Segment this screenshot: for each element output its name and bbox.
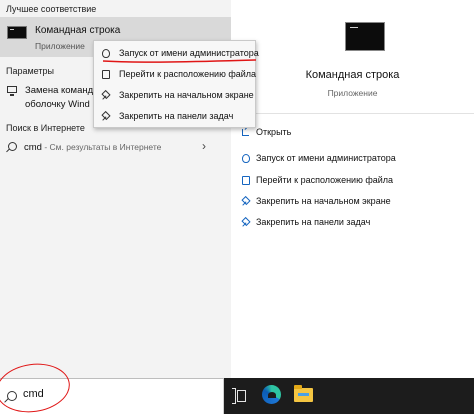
web-search-query: cmd: [24, 142, 42, 153]
chevron-right-icon[interactable]: ›: [202, 139, 206, 153]
action-pin-to-taskbar[interactable]: Закрепить на панели задач: [242, 215, 467, 233]
web-search-suffix: - См. результаты в Интернете: [41, 142, 162, 152]
settings-line-1: Замена команд: [25, 85, 94, 96]
app-detail-pane: Командная строка Приложение Открыть Запу…: [231, 0, 474, 378]
settings-line-2: оболочку Wind: [25, 99, 90, 110]
command-prompt-icon: [345, 22, 385, 51]
web-search-header: Поиск в Интернете: [6, 123, 85, 133]
action-open-file-location[interactable]: Перейти к расположению файла: [242, 173, 467, 191]
shield-icon: [102, 49, 110, 58]
action-label: Перейти к расположению файла: [256, 175, 394, 185]
web-search-item[interactable]: cmd - См. результаты в Интернете ›: [0, 138, 231, 160]
action-label: Закрепить на начальном экране: [256, 196, 391, 206]
best-match-header: Лучшее соответствие: [6, 4, 97, 14]
context-menu-run-as-admin[interactable]: Запуск от имени администратора: [94, 45, 259, 63]
file-explorer-icon[interactable]: [294, 385, 313, 402]
context-menu: Запуск от имени администратора Перейти к…: [93, 40, 259, 128]
folder-icon: [102, 70, 110, 79]
pin-icon: [102, 112, 110, 121]
pin-icon: [242, 197, 250, 206]
context-menu-label: Закрепить на панели задач: [119, 111, 234, 121]
task-view-icon[interactable]: [232, 388, 246, 404]
action-label: Закрепить на панели задач: [256, 217, 371, 227]
best-match-subtitle: Приложение: [35, 41, 85, 51]
shield-icon: [242, 154, 250, 163]
detail-title: Командная строка: [305, 69, 400, 81]
settings-header: Параметры: [6, 66, 54, 76]
folder-icon: [242, 176, 250, 185]
divider: [231, 113, 474, 114]
search-icon: [8, 142, 17, 151]
monitor-icon: [7, 86, 17, 96]
detail-subtitle: Приложение: [327, 88, 378, 98]
context-menu-label: Закрепить на начальном экране: [119, 90, 254, 100]
action-label: Открыть: [256, 127, 292, 137]
context-menu-pin-to-start[interactable]: Закрепить на начальном экране: [94, 87, 255, 105]
open-icon: [242, 129, 249, 136]
context-menu-pin-to-taskbar[interactable]: Закрепить на панели задач: [94, 108, 255, 126]
best-match-title: Командная строка: [35, 25, 121, 36]
command-prompt-icon: [7, 26, 27, 39]
taskbar: [224, 378, 474, 414]
context-menu-label: Перейти к расположению файла: [119, 69, 257, 79]
action-open[interactable]: Открыть: [242, 125, 467, 143]
action-label: Запуск от имени администратора: [256, 153, 396, 163]
edge-icon[interactable]: [262, 385, 281, 404]
pin-icon: [102, 91, 110, 100]
context-menu-label: Запуск от имени администратора: [119, 48, 259, 58]
context-menu-open-file-location[interactable]: Перейти к расположению файла: [94, 66, 257, 84]
pin-icon: [242, 218, 250, 227]
web-search-text: cmd - См. результаты в Интернете: [24, 142, 161, 153]
action-pin-to-start[interactable]: Закрепить на начальном экране: [242, 194, 467, 212]
action-run-as-admin[interactable]: Запуск от имени администратора: [242, 151, 467, 169]
